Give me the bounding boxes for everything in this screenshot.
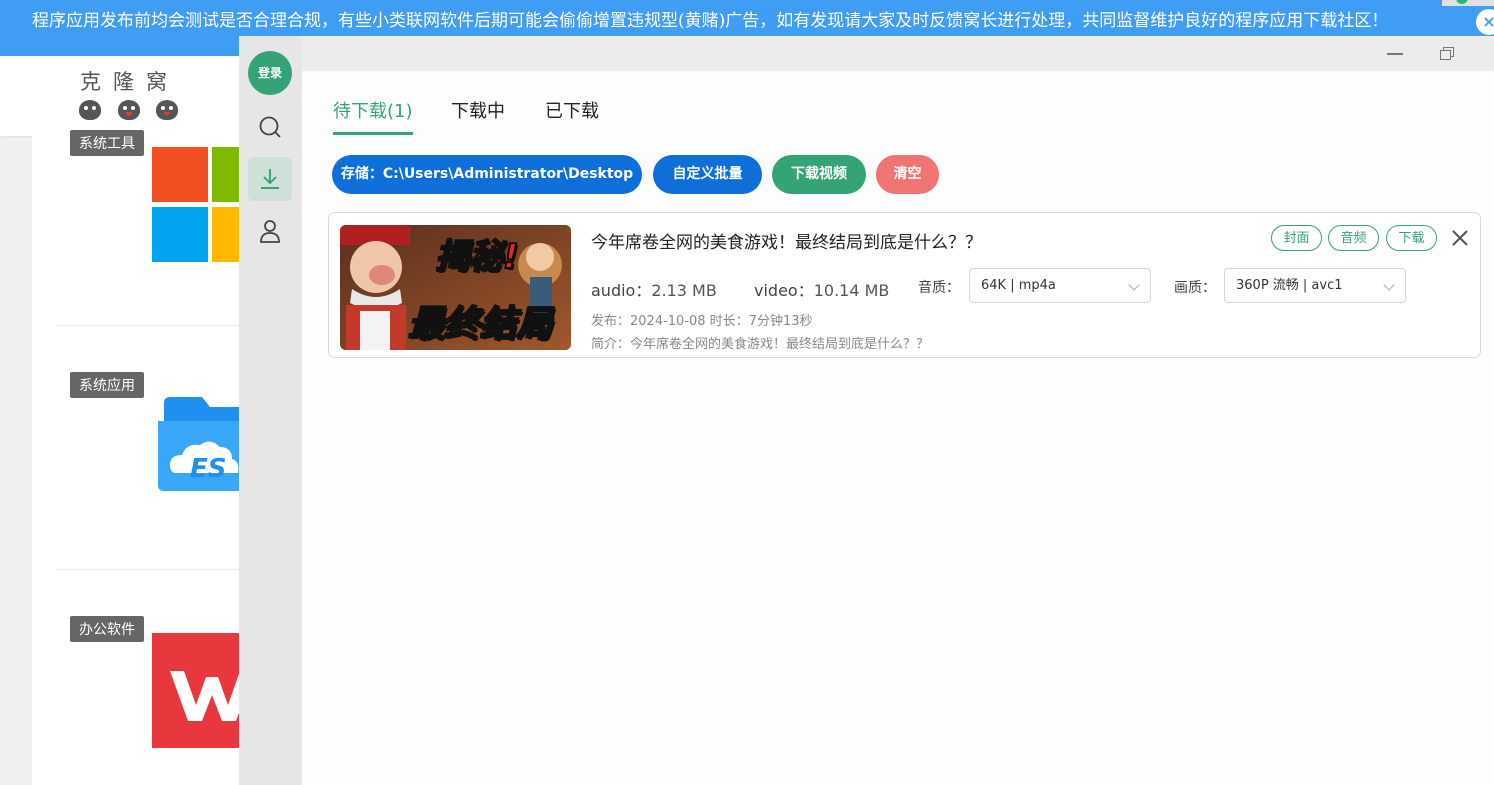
- audio-size: audio：2.13 MB: [591, 281, 717, 300]
- login-button[interactable]: 登录: [248, 51, 292, 95]
- clear-button[interactable]: 清空: [876, 155, 939, 194]
- download-icon: [261, 169, 279, 189]
- nav-user[interactable]: [248, 209, 292, 253]
- video-quality-label: 画质：: [1174, 280, 1216, 296]
- divider: [56, 569, 256, 570]
- tab-downloaded[interactable]: 已下载: [545, 97, 599, 131]
- video-thumbnail[interactable]: 揭秘! 最终结局: [340, 225, 571, 350]
- restore-button[interactable]: [1433, 41, 1459, 65]
- video-card: 揭秘! 最终结局 今年席卷全网的美食游戏！最终结局到底是什么？？ 封面 音频 下…: [328, 212, 1481, 358]
- video-title: 今年席卷全网的美食游戏！最终结局到底是什么？？: [591, 233, 982, 253]
- thumbnail-caption-top: 揭秘!: [434, 236, 520, 278]
- audio-quality-label: 音质：: [918, 280, 960, 296]
- category-tag-system-apps[interactable]: 系统应用: [70, 372, 144, 398]
- close-icon[interactable]: [1450, 228, 1470, 248]
- download-video-button[interactable]: 下载视频: [772, 155, 866, 194]
- search-icon: [259, 116, 281, 138]
- divider: [56, 325, 256, 326]
- publish-info: 发布：2024-10-08 时长：7分钟13秒: [591, 314, 813, 329]
- user-icon: [260, 220, 280, 243]
- audio-button[interactable]: 音频: [1328, 225, 1379, 251]
- video-size: video：10.14 MB: [754, 281, 890, 300]
- chevron-down-icon: [1383, 279, 1395, 291]
- minimize-button[interactable]: [1382, 41, 1408, 65]
- site-logo[interactable]: 克隆窝: [80, 66, 179, 96]
- tab-downloading[interactable]: 下载中: [451, 97, 505, 131]
- category-tag-system-tools[interactable]: 系统工具: [70, 130, 144, 156]
- title-bar[interactable]: [302, 36, 1494, 71]
- video-quality-select[interactable]: 360P 流畅 | avc1: [1224, 268, 1406, 303]
- intro-info: 简介：今年席卷全网的美食游戏！最终结局到底是什么？？: [591, 337, 930, 352]
- cover-button[interactable]: 封面: [1271, 225, 1322, 251]
- category-tag-office[interactable]: 办公软件: [70, 616, 144, 642]
- nav-download[interactable]: [248, 157, 292, 201]
- chevron-down-icon: [1128, 279, 1140, 291]
- tab-pending[interactable]: 待下载(1): [333, 97, 413, 135]
- notice-text: 程序应用发布前均会测试是否合理合规，有些小类联网软件后期可能会偷偷增置违规型(黄…: [32, 11, 1389, 31]
- logo-face-icon: [118, 100, 140, 120]
- corner-thumbnail: [1442, 0, 1494, 6]
- app-content: 待下载(1) 下载中 已下载 存储：C:\Users\Administrator…: [302, 71, 1494, 785]
- storage-path-button[interactable]: 存储：C:\Users\Administrator\Desktop: [332, 155, 642, 194]
- thumbnail-caption-bottom: 最终结局: [407, 303, 553, 346]
- audio-quality-select[interactable]: 64K | mp4a: [969, 268, 1151, 303]
- downloader-window: 登录 待下载(1) 下载中 已下载 存储：C:\Users\Administra…: [239, 36, 1494, 785]
- svg-text:ES: ES: [190, 454, 227, 484]
- logo-face-icon: [156, 100, 178, 120]
- download-button[interactable]: 下载: [1386, 225, 1437, 251]
- app-sidebar: 登录: [239, 36, 302, 785]
- custom-batch-button[interactable]: 自定义批量: [653, 155, 762, 194]
- nav-search[interactable]: [248, 105, 292, 149]
- logo-face-icon: [79, 100, 101, 120]
